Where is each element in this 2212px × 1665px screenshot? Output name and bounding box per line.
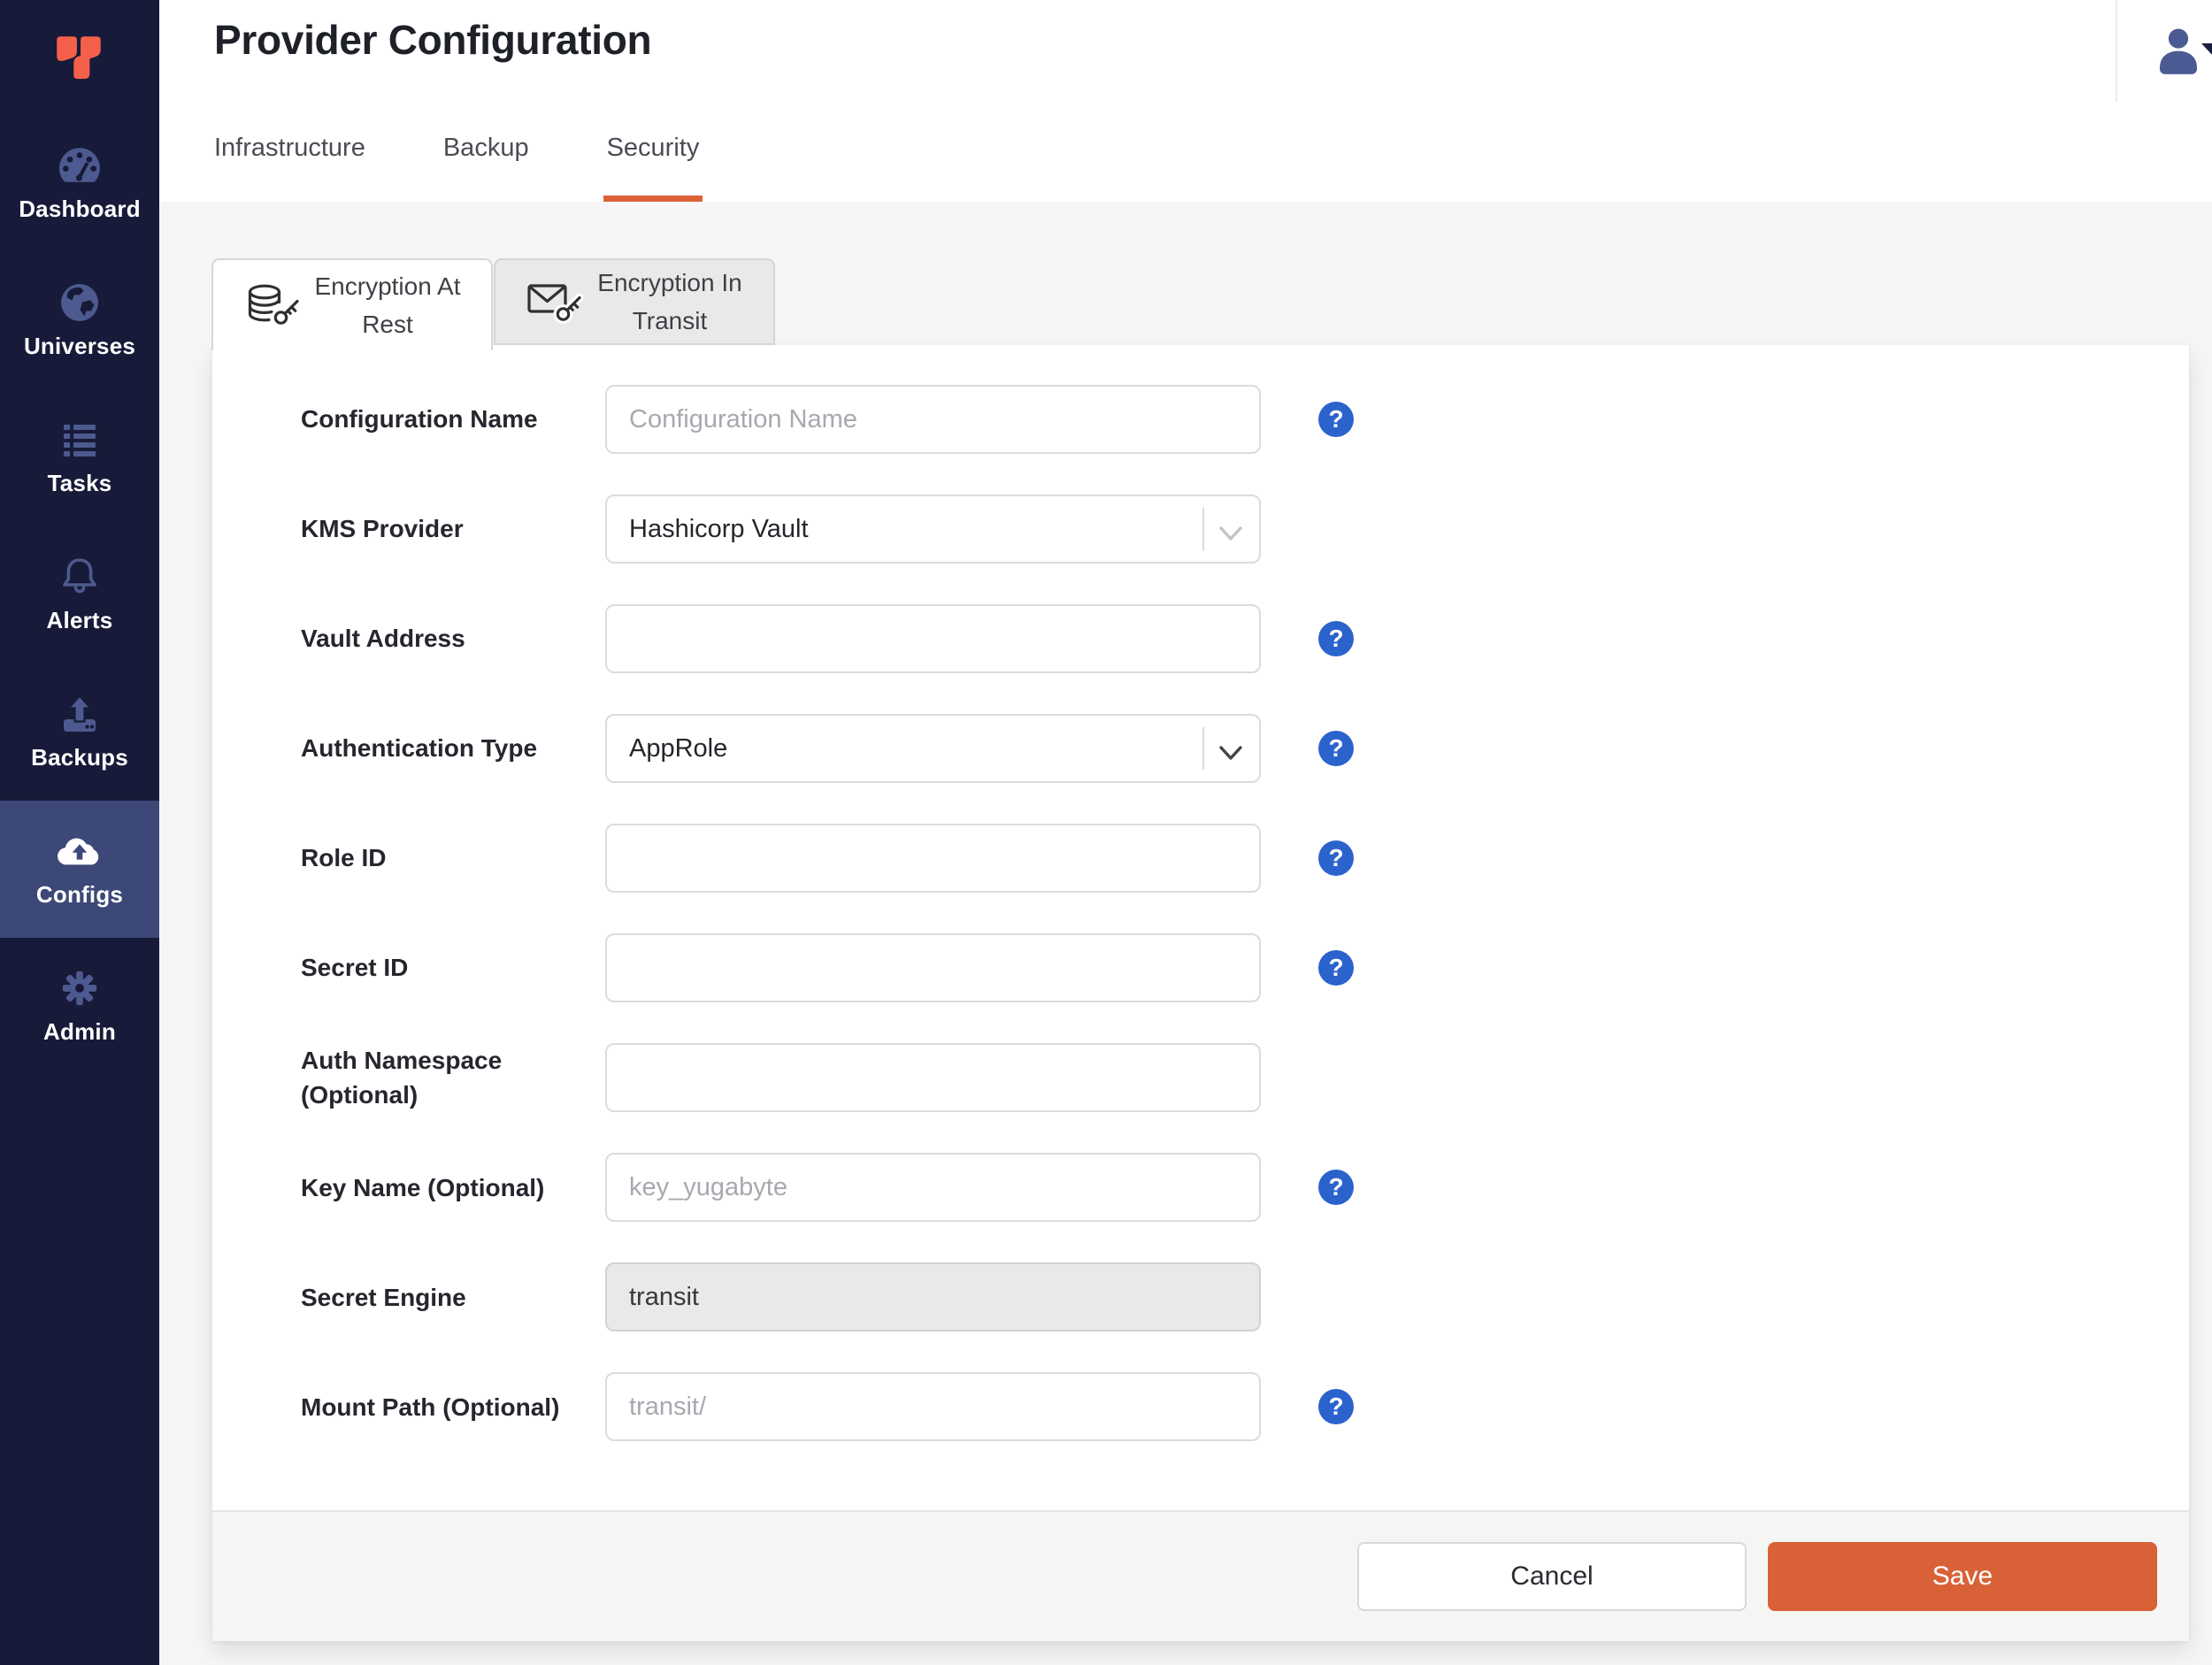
help-icon[interactable]: ? xyxy=(1318,402,1354,437)
form-row-auth-namespace: Auth Namespace (Optional) xyxy=(301,1043,2189,1113)
field-label-key-name: Key Name (Optional) xyxy=(301,1173,545,1201)
field-label-kms-provider: KMS Provider xyxy=(301,515,464,543)
yugabyte-logo[interactable] xyxy=(50,30,108,88)
sidebar-item-backups[interactable]: Backups xyxy=(0,664,159,801)
sidebar-item-dashboard[interactable]: Dashboard xyxy=(0,115,159,252)
field-control xyxy=(605,933,1261,1002)
sidebar: Dashboard Universes Tasks Alerts Backups Conf… xyxy=(0,0,159,1665)
sidebar-item-label: Universes xyxy=(23,332,136,359)
field-control: Hashicorp Vault xyxy=(605,495,1261,564)
save-button[interactable]: Save xyxy=(1768,1542,2157,1611)
globe-icon xyxy=(58,282,102,323)
gauge-icon xyxy=(58,145,102,186)
help-icon[interactable]: ? xyxy=(1318,840,1354,876)
form-row-secret-engine: Secret Engine xyxy=(301,1262,2189,1332)
form-row-vault-address: Vault Address? xyxy=(301,604,2189,673)
caret-down-icon[interactable] xyxy=(2201,42,2212,57)
encryption-at-rest-card: Configuration Name? KMS Provider Hashicorp… xyxy=(212,345,2189,1641)
field-control xyxy=(605,385,1261,454)
header: Provider Configuration Infrastructure Bac… xyxy=(159,0,2212,202)
sidebar-item-configs[interactable]: Configs xyxy=(0,801,159,938)
help-icon[interactable]: ? xyxy=(1318,950,1354,986)
field-label-secret-engine: Secret Engine xyxy=(301,1283,466,1311)
kms-provider-select[interactable]: Hashicorp Vault xyxy=(605,495,1261,564)
help-icon[interactable]: ? xyxy=(1318,731,1354,766)
field-label-secret-id: Secret ID xyxy=(301,954,409,982)
field-control xyxy=(605,1153,1261,1223)
kms-provider-value: Hashicorp Vault xyxy=(629,514,809,543)
sidebar-nav: Dashboard Universes Tasks Alerts Backups Conf… xyxy=(0,115,159,1075)
tab-infrastructure[interactable]: Infrastructure xyxy=(214,134,365,202)
subtab-label: Encryption At Rest xyxy=(314,272,461,338)
chevron-down-icon xyxy=(1217,740,1244,760)
field-control xyxy=(605,1262,1261,1332)
sidebar-item-universes[interactable]: Universes xyxy=(0,252,159,389)
field-label-authentication-type: Authentication Type xyxy=(301,734,538,763)
key-name-input[interactable] xyxy=(605,1153,1261,1223)
user-icon[interactable] xyxy=(2154,25,2203,76)
select-divider xyxy=(1202,727,1204,770)
vault-address-input[interactable] xyxy=(605,604,1261,673)
encryption-tabs: Encryption At Rest Encryption In Transit xyxy=(211,258,775,350)
database-key-icon xyxy=(244,280,303,331)
header-divider xyxy=(2116,0,2117,102)
subtab-encryption-in-transit[interactable]: Encryption In Transit xyxy=(494,258,775,345)
sidebar-item-tasks[interactable]: Tasks xyxy=(0,389,159,526)
form-footer: Cancel Save xyxy=(212,1510,2189,1641)
auth-namespace-input[interactable] xyxy=(605,1043,1261,1113)
form-row-kms-provider: KMS Provider Hashicorp Vault xyxy=(301,495,2189,564)
chevron-down-icon xyxy=(1217,520,1244,541)
sidebar-item-label: Tasks xyxy=(47,469,112,496)
tab-backup[interactable]: Backup xyxy=(443,134,529,202)
field-label-mount-path: Mount Path (Optional) xyxy=(301,1393,560,1421)
provider-config-tabs: Infrastructure Backup Security xyxy=(214,134,703,202)
envelope-key-icon xyxy=(526,276,585,327)
form-row-role-id: Role ID? xyxy=(301,824,2189,893)
content-area: Encryption At Rest Encryption In Transit Co… xyxy=(159,202,2212,1665)
field-control xyxy=(605,1372,1261,1442)
sidebar-item-label: Admin xyxy=(43,1017,116,1045)
kms-config-form: Configuration Name? KMS Provider Hashicorp… xyxy=(212,345,2189,1442)
sidebar-item-alerts[interactable]: Alerts xyxy=(0,526,159,664)
form-row-secret-id: Secret ID? xyxy=(301,933,2189,1002)
subtab-encryption-at-rest[interactable]: Encryption At Rest xyxy=(211,258,493,350)
gear-icon xyxy=(58,968,102,1009)
field-control xyxy=(605,824,1261,893)
page-title: Provider Configuration xyxy=(214,17,652,63)
upload-icon xyxy=(58,694,102,734)
authentication-type-value: AppRole xyxy=(629,733,728,763)
help-icon[interactable]: ? xyxy=(1318,1170,1354,1206)
secret-id-input[interactable] xyxy=(605,933,1261,1002)
form-row-key-name: Key Name (Optional)? xyxy=(301,1153,2189,1223)
configuration-name-input[interactable] xyxy=(605,385,1261,454)
help-icon[interactable]: ? xyxy=(1318,1389,1354,1425)
field-label-configuration-name: Configuration Name xyxy=(301,405,538,434)
role-id-input[interactable] xyxy=(605,824,1261,893)
field-label-role-id: Role ID xyxy=(301,844,387,872)
authentication-type-select[interactable]: AppRole xyxy=(605,714,1261,783)
form-row-mount-path: Mount Path (Optional)? xyxy=(301,1372,2189,1442)
sidebar-item-label: Backups xyxy=(31,743,128,771)
tab-security[interactable]: Security xyxy=(603,134,703,202)
select-divider xyxy=(1202,508,1204,550)
field-control xyxy=(605,604,1261,673)
field-label-auth-namespace: Auth Namespace (Optional) xyxy=(301,1047,503,1109)
cancel-button[interactable]: Cancel xyxy=(1357,1542,1747,1611)
help-icon[interactable]: ? xyxy=(1318,621,1354,656)
secret-engine-input[interactable] xyxy=(605,1262,1261,1332)
sidebar-item-label: Alerts xyxy=(46,606,113,633)
form-row-configuration-name: Configuration Name? xyxy=(301,385,2189,454)
form-row-authentication-type: Authentication Type AppRole? xyxy=(301,714,2189,783)
field-control xyxy=(605,1043,1261,1113)
subtab-label: Encryption In Transit xyxy=(597,268,742,334)
sidebar-item-label: Configs xyxy=(35,880,124,908)
bell-icon xyxy=(58,556,102,597)
list-icon xyxy=(58,419,102,460)
cloud-upload-icon xyxy=(58,831,102,871)
field-control: AppRole xyxy=(605,714,1261,783)
sidebar-item-admin[interactable]: Admin xyxy=(0,938,159,1075)
field-label-vault-address: Vault Address xyxy=(301,625,465,653)
mount-path-input[interactable] xyxy=(605,1372,1261,1442)
sidebar-item-label: Dashboard xyxy=(19,195,141,222)
